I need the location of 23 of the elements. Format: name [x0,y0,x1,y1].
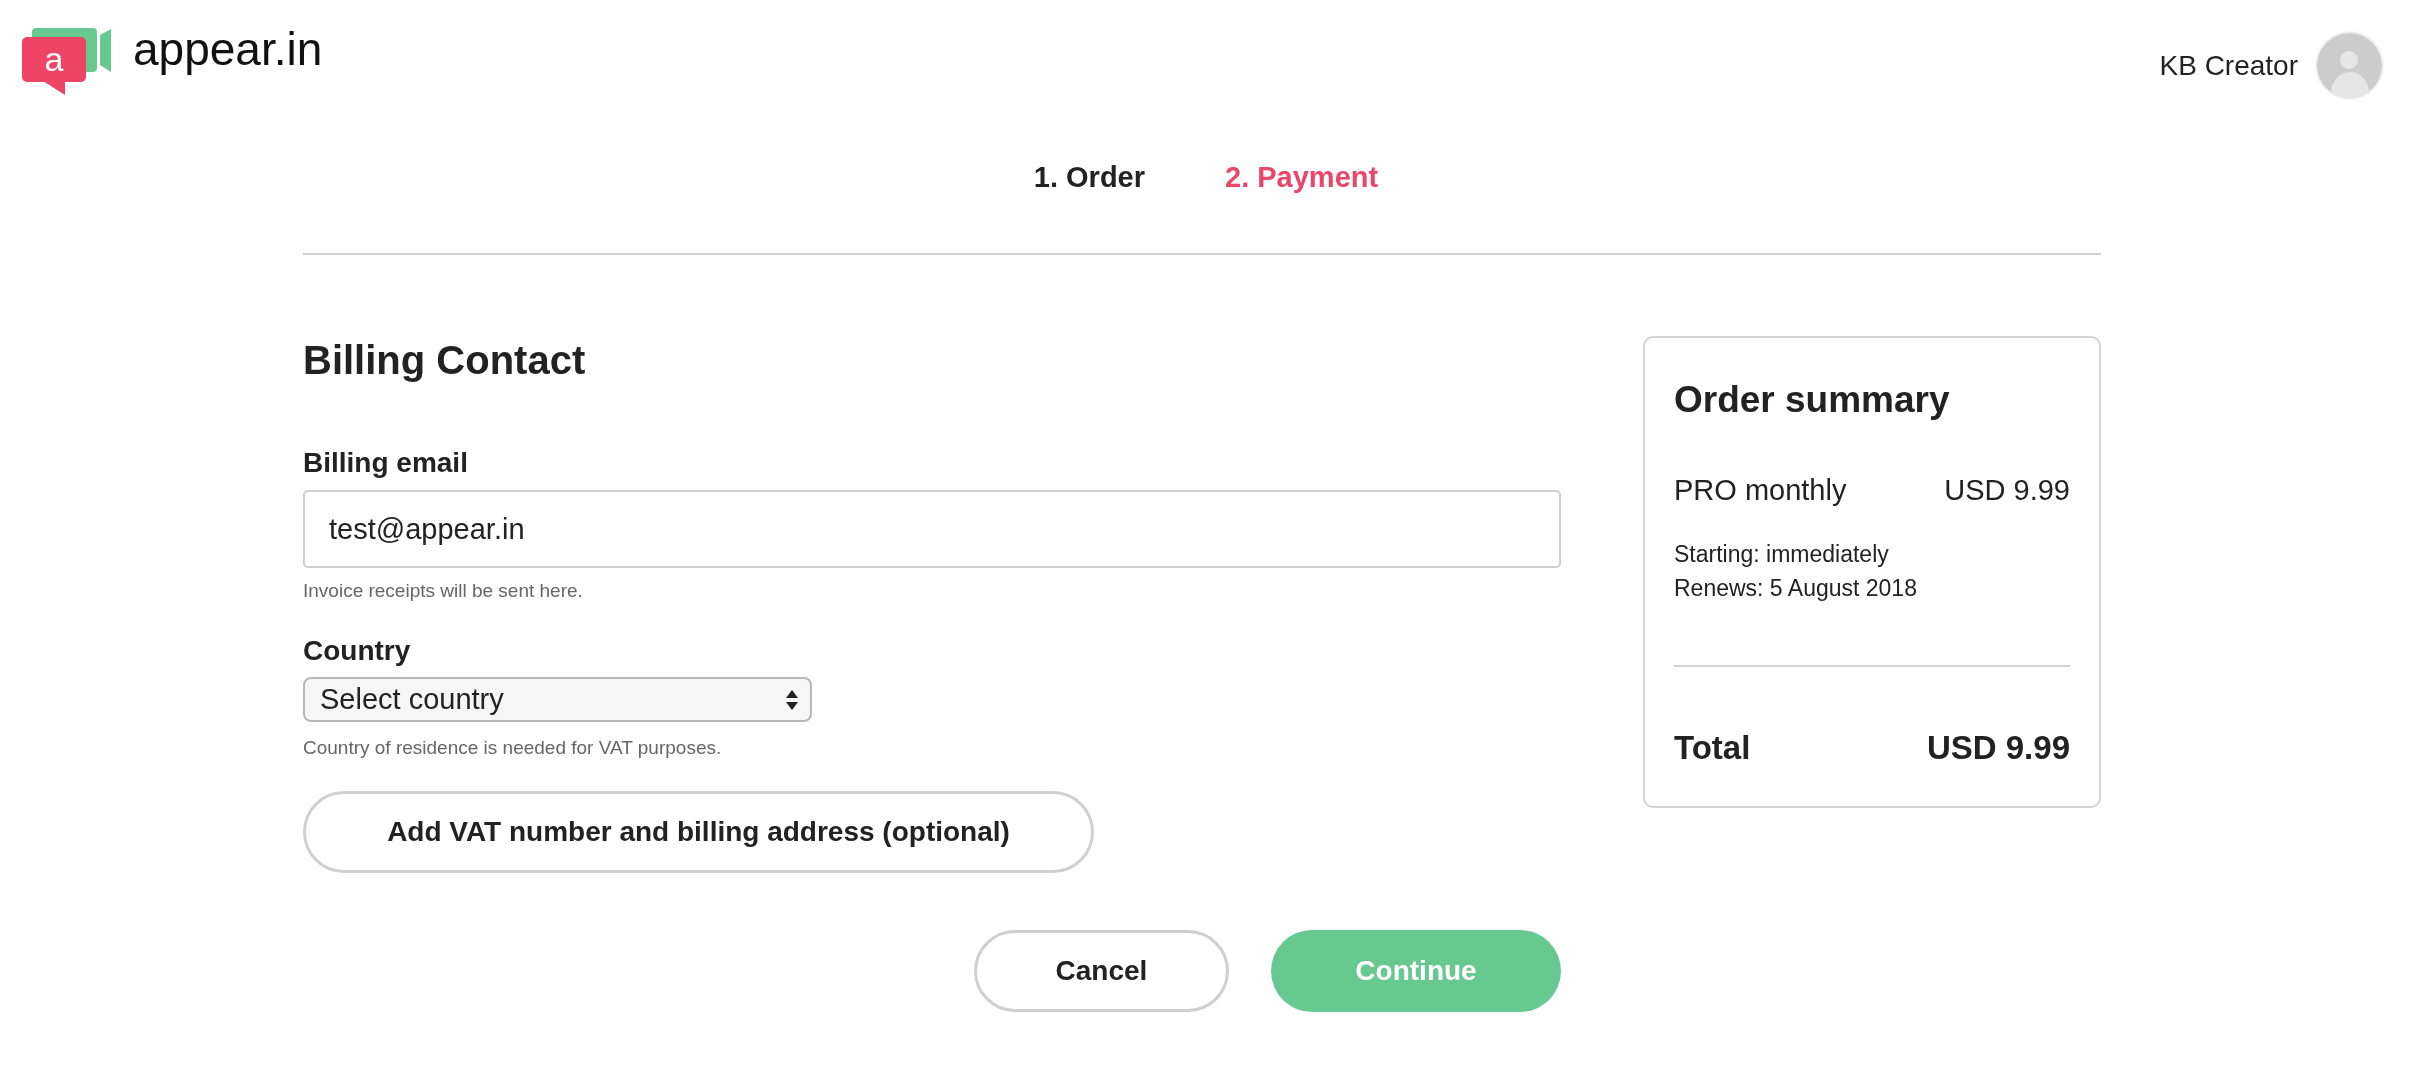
field-hint: Invoice receipts will be sent here. [303,579,583,603]
order-detail: Renews: 5 August 2018 [1674,574,1917,603]
up-down-arrows-icon [786,688,798,711]
logo-icon [22,28,111,95]
cancel-button[interactable]: Cancel [974,930,1229,1012]
total-label: Total [1674,728,1751,768]
step-tab[interactable]: 1. Order [1033,157,1146,197]
avatar-icon[interactable] [2317,33,2382,98]
field-label: Billing email [303,446,468,480]
section-heading: Billing Contact [303,337,586,384]
email-field[interactable]: test@appear.in [303,490,1561,568]
user-name: KB Creator [2159,51,2298,80]
step-tab[interactable]: 2. Payment [1225,157,1379,197]
card-title: Order summary [1674,378,1951,422]
country-select[interactable]: Select country [303,677,812,722]
line-item-name: PRO monthly [1674,473,1847,508]
total-amount: USD 9.99 [1926,728,2070,768]
field-label: Country [303,634,411,668]
field-hint: Country of residence is needed for VAT purposes. [303,736,722,760]
logo-letter: a [44,41,64,78]
line-item-price: USD 9.99 [1944,473,2070,508]
order-detail: Starting: immediately [1674,540,1889,569]
add-vat-button[interactable]: Add VAT number and billing address (optional) [303,791,1094,873]
